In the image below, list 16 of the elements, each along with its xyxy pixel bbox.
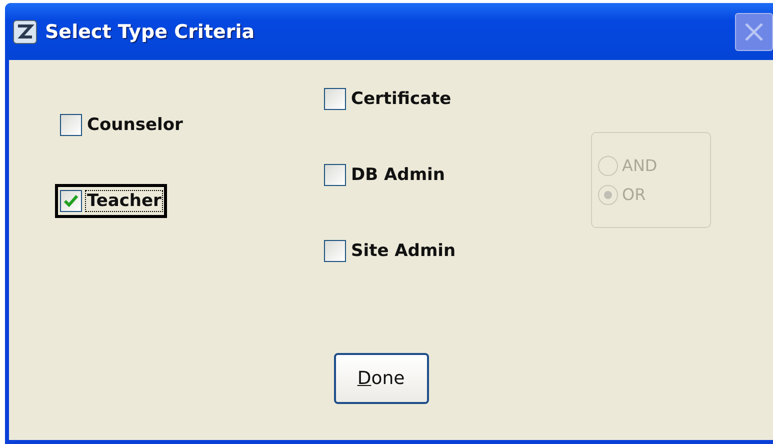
checkbox[interactable]: Counselor bbox=[55, 108, 189, 142]
checkbox-box[interactable] bbox=[324, 240, 346, 262]
checkbox-box[interactable] bbox=[60, 114, 82, 136]
done-button[interactable]: Done bbox=[334, 353, 428, 404]
radio-dot-icon bbox=[604, 190, 612, 198]
checkbox-box[interactable] bbox=[324, 164, 346, 186]
window-title: Select Type Criteria bbox=[45, 20, 256, 42]
app-icon bbox=[13, 20, 37, 44]
checkbox[interactable]: Site Admin bbox=[319, 234, 462, 268]
checkbox[interactable]: Certificate bbox=[319, 82, 458, 116]
checkmark-icon bbox=[64, 195, 78, 207]
checkbox-box[interactable] bbox=[324, 88, 346, 110]
close-icon bbox=[743, 20, 765, 42]
checkbox-box[interactable] bbox=[60, 190, 82, 212]
checkbox[interactable]: DB Admin bbox=[319, 158, 451, 192]
checkbox[interactable]: Teacher bbox=[55, 184, 168, 218]
